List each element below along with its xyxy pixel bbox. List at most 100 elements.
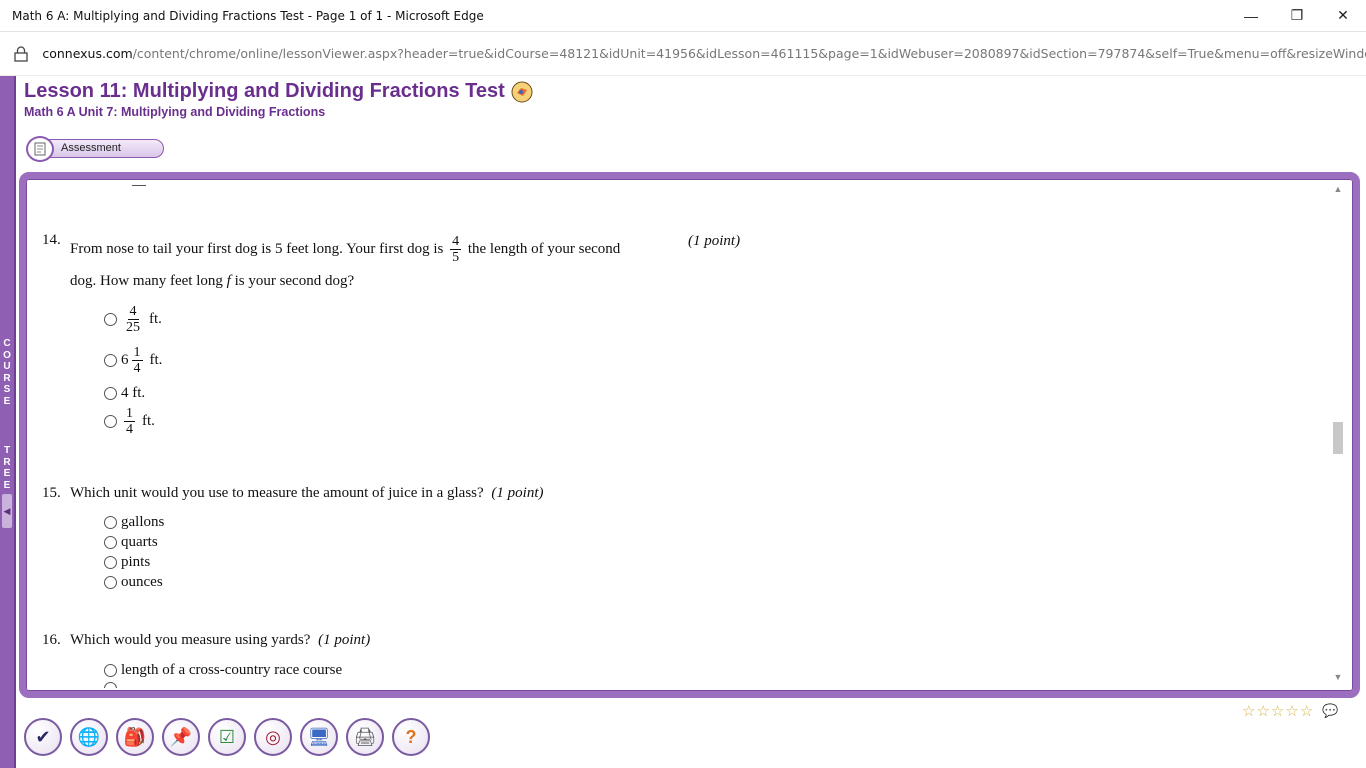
star-icon[interactable]: ☆: [1242, 702, 1255, 720]
globe-icon[interactable]: 🌐: [70, 718, 108, 756]
option-a-fraction: 4 25: [124, 304, 142, 335]
course-tree-label: C O U R S E T R E E: [0, 338, 14, 491]
question-15-number: 15.: [42, 485, 61, 501]
question-14-number: 14.: [42, 232, 61, 248]
course-tree-toggle-icon[interactable]: ◀: [2, 494, 12, 528]
course-tree-letter: E: [3, 468, 11, 479]
close-button[interactable]: ✕: [1320, 0, 1366, 32]
bottom-toolbar: ✔ 🌐 🎒 📌 ☑ ◎ 🖥 🖨 ?: [24, 718, 430, 756]
window-title: Math 6 A: Multiplying and Dividing Fract…: [12, 8, 484, 23]
printer-icon[interactable]: 🖨: [346, 718, 384, 756]
question-15-option[interactable]: gallons: [104, 514, 164, 531]
content-scrollbar[interactable]: ▲ ▼: [1330, 182, 1346, 688]
radio-button[interactable]: [104, 556, 117, 569]
fraction-numerator: 1: [131, 345, 143, 361]
maximize-button[interactable]: ❐: [1274, 0, 1320, 32]
question-14-points: (1 point): [688, 233, 741, 249]
url-domain: connexus.com: [42, 46, 133, 61]
lesson-subtitle: Math 6 A Unit 7: Multiplying and Dividin…: [24, 105, 326, 119]
backpack-icon[interactable]: 🎒: [116, 718, 154, 756]
question-14-fraction: 45: [450, 234, 462, 265]
option-label: length of a cross-country race course: [121, 662, 343, 678]
question-15-option[interactable]: pints: [104, 554, 150, 571]
question-15-option[interactable]: ounces: [104, 574, 163, 591]
radio-button[interactable]: [104, 354, 117, 367]
assessment-tab[interactable]: Assessment: [26, 136, 166, 162]
question-16-option-partial[interactable]: [104, 682, 121, 688]
question-15-text-line: Which unit would you use to measure the …: [70, 485, 543, 502]
url-text[interactable]: connexus.com/content/chrome/online/lesso…: [42, 46, 1366, 61]
lock-icon[interactable]: [0, 32, 42, 76]
question-14-option-d[interactable]: 14 ft.: [104, 406, 155, 437]
radio-button[interactable]: [104, 516, 117, 529]
radio-button[interactable]: [104, 536, 117, 549]
target-icon[interactable]: ◎: [254, 718, 292, 756]
url-path: /content/chrome/online/lessonViewer.aspx…: [132, 46, 1366, 61]
fraction-denominator: 4: [126, 422, 133, 437]
course-tree-letter: U: [3, 361, 11, 372]
scrollbar-thumb[interactable]: [1333, 422, 1343, 454]
radio-button[interactable]: [104, 682, 117, 688]
test-badge-icon: [511, 81, 533, 102]
lesson-title: Lesson 11: Multiplying and Dividing Frac…: [24, 80, 533, 103]
radio-button[interactable]: [104, 415, 117, 428]
radio-button[interactable]: [104, 576, 117, 589]
question-16-text: Which would you measure using yards?: [70, 632, 311, 648]
question-15-text: Which unit would you use to measure the …: [70, 485, 484, 501]
test-content: 14. From nose to tail your first dog is …: [28, 182, 1330, 688]
previous-question-remnant: [132, 182, 146, 186]
radio-button[interactable]: [104, 387, 117, 400]
pin-icon[interactable]: 📌: [162, 718, 200, 756]
course-tree-letter: S: [3, 384, 11, 395]
question-14-text-line2: dog. How many feet long f is your second…: [70, 273, 354, 290]
option-d-unit: ft.: [142, 413, 155, 429]
scroll-up-icon[interactable]: ▲: [1330, 184, 1346, 198]
document-icon: [26, 136, 54, 162]
question-14-text-line1: From nose to tail your first dog is 5 fe…: [70, 234, 670, 265]
course-tree-letter: O: [3, 349, 11, 361]
question-16-option[interactable]: length of a cross-country race course: [104, 662, 342, 679]
option-label: pints: [121, 554, 151, 570]
course-tree-letter: C: [3, 338, 11, 349]
option-b-fraction: 14: [131, 345, 143, 376]
fraction-denominator: 25: [126, 320, 140, 335]
check-icon[interactable]: ✔: [24, 718, 62, 756]
monitor-icon[interactable]: 🖥: [300, 718, 338, 756]
course-tree-letter: T: [3, 445, 11, 456]
fraction-numerator: 4: [127, 304, 139, 320]
question-15-points: (1 point): [491, 485, 544, 501]
question-14-option-c[interactable]: 4 ft.: [104, 385, 145, 402]
option-label: quarts: [121, 534, 158, 550]
question-14-text-d: is your second dog?: [234, 273, 355, 289]
fraction-denominator: 5: [452, 250, 460, 265]
option-b-whole: 6: [121, 352, 129, 368]
checklist-icon[interactable]: ☑: [208, 718, 246, 756]
assessment-tab-label[interactable]: Assessment: [38, 139, 164, 158]
help-icon[interactable]: ?: [392, 718, 430, 756]
course-tree-panel[interactable]: C O U R S E T R E E ◀: [0, 76, 16, 768]
fraction-numerator: 4: [450, 234, 462, 250]
minimize-button[interactable]: —: [1228, 0, 1274, 32]
question-14-variable: f: [226, 273, 231, 289]
radio-button[interactable]: [104, 664, 117, 677]
course-tree-letter: R: [3, 456, 11, 468]
scroll-down-icon[interactable]: ▼: [1330, 672, 1346, 686]
star-icon[interactable]: ☆: [1300, 702, 1313, 720]
question-16-number: 16.: [42, 632, 61, 648]
address-bar[interactable]: connexus.com/content/chrome/online/lesso…: [0, 32, 1366, 76]
option-c-text: 4 ft.: [121, 385, 146, 401]
question-16-text-line: Which would you measure using yards? (1 …: [70, 632, 370, 649]
radio-button[interactable]: [104, 313, 117, 326]
question-14-option-b[interactable]: 6 14 ft.: [104, 345, 162, 376]
option-label: ounces: [121, 574, 163, 590]
star-icon[interactable]: ☆: [1285, 702, 1298, 720]
question-14-text-b: the length of your second: [467, 240, 621, 257]
option-d-fraction: 14: [124, 406, 135, 437]
question-14-option-a[interactable]: 4 25 ft.: [104, 304, 162, 335]
course-tree-letter: E: [3, 479, 11, 491]
star-icon[interactable]: ☆: [1271, 702, 1284, 720]
star-icon[interactable]: ☆: [1256, 702, 1269, 720]
question-15-option[interactable]: quarts: [104, 534, 158, 551]
comment-icon[interactable]: 💬: [1322, 703, 1338, 719]
rating-stars[interactable]: ☆ ☆ ☆ ☆ ☆ 💬: [1242, 702, 1338, 720]
